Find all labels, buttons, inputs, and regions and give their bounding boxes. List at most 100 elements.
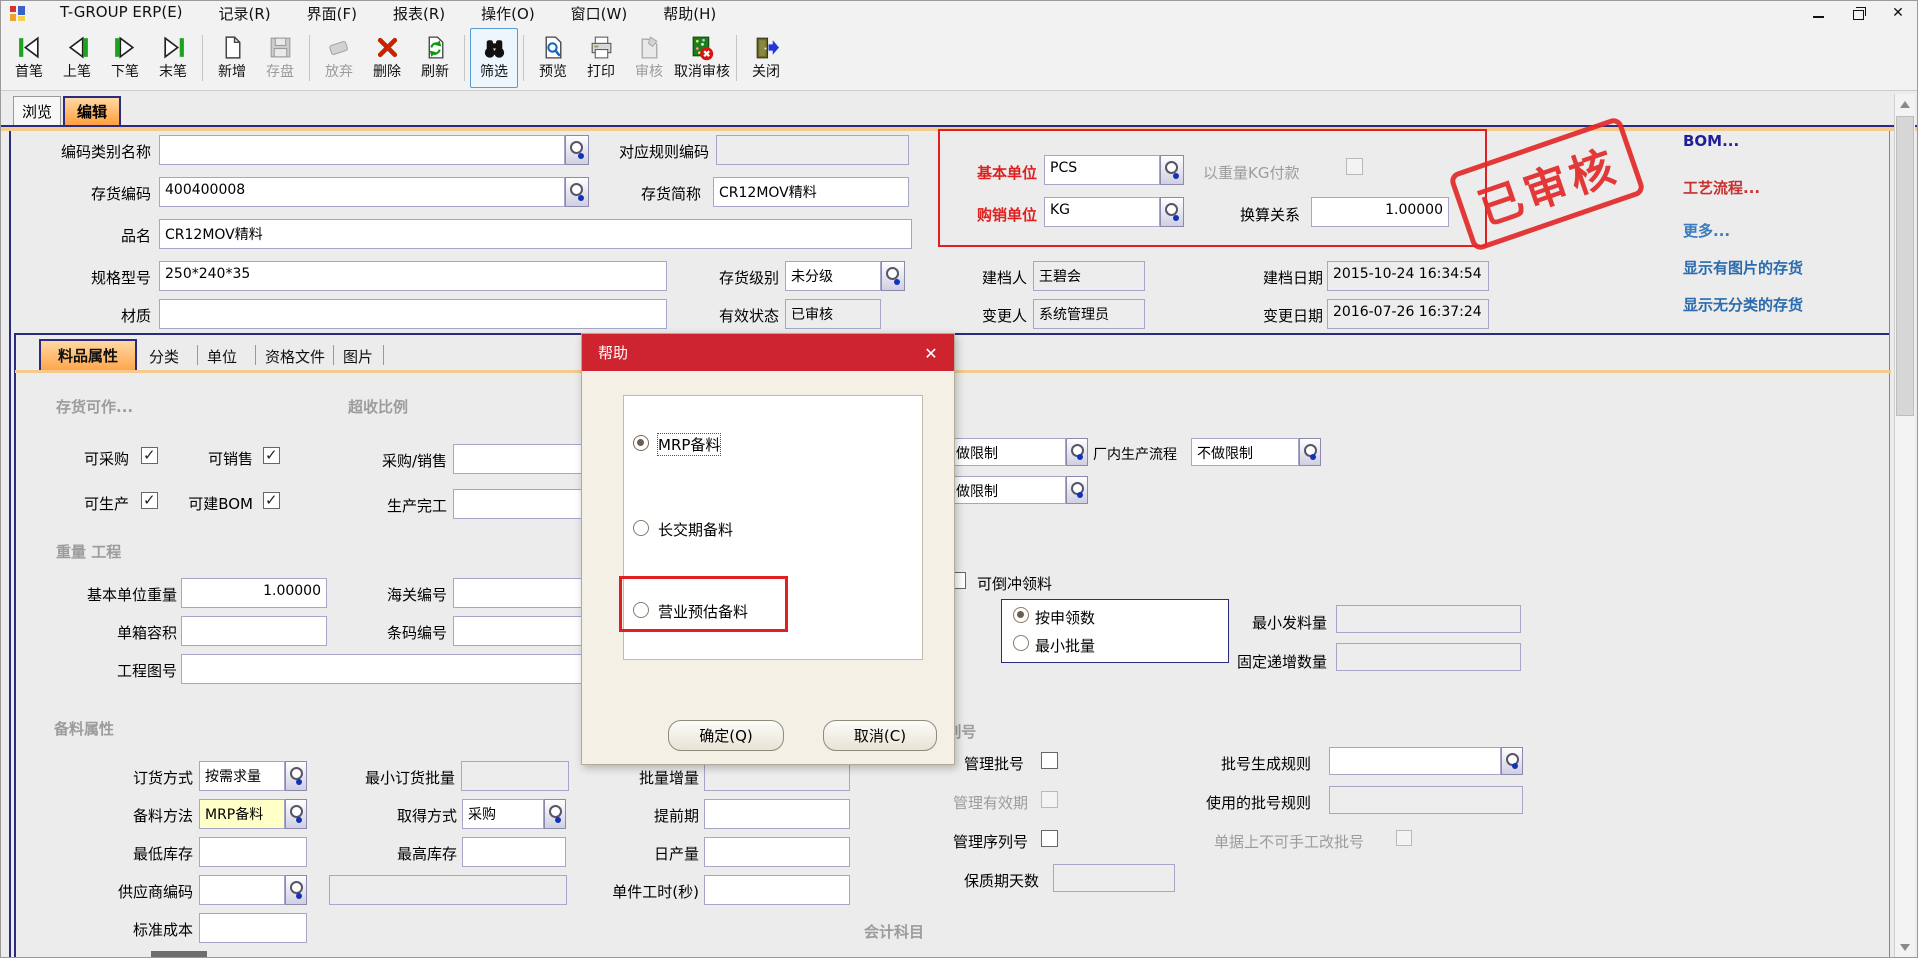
prep-method-lookup-icon[interactable]	[285, 799, 307, 829]
scroll-up-icon[interactable]	[1895, 94, 1915, 114]
item-level-field[interactable]: 未分级	[785, 261, 881, 291]
manage-serial-checkbox[interactable]	[1041, 830, 1058, 847]
subtab-item-attributes[interactable]: 料品属性	[39, 339, 137, 370]
option-mrp-label[interactable]: MRP备料	[658, 434, 720, 455]
show-with-images-link[interactable]: 显示有图片的存货	[1683, 257, 1803, 278]
dialog-ok-button[interactable]: 确定(Q)	[668, 720, 784, 751]
last-record-button[interactable]: 末笔	[149, 28, 197, 88]
bom-allowed-checkbox[interactable]	[263, 492, 280, 509]
preview-button[interactable]: 预览	[529, 28, 577, 88]
option-sales-forecast-label[interactable]: 营业预估备料	[658, 601, 748, 622]
daily-output-field[interactable]	[704, 837, 850, 867]
menu-item-file[interactable]: T-GROUP ERP(E)	[60, 3, 183, 24]
vertical-scrollbar[interactable]	[1894, 94, 1915, 957]
acquire-mode-field[interactable]: 采购	[462, 799, 544, 829]
acquire-mode-lookup-icon[interactable]	[544, 799, 566, 829]
item-code-lookup-icon[interactable]	[565, 177, 589, 207]
issue-by-apply-radio[interactable]	[1013, 607, 1029, 623]
trade-unit-lookup-icon[interactable]	[1160, 197, 1184, 227]
batch-rule-lookup-icon[interactable]	[1501, 747, 1523, 775]
subtab-unit[interactable]: 单位	[207, 346, 237, 367]
dialog-cancel-button[interactable]: 取消(C)	[823, 720, 937, 751]
drawing-no-field[interactable]	[181, 654, 621, 684]
option-sales-forecast-radio[interactable]	[633, 602, 649, 618]
material-field[interactable]	[159, 299, 667, 329]
tab-edit[interactable]: 编辑	[63, 96, 121, 125]
bom-link[interactable]: BOM...	[1683, 132, 1739, 150]
menu-item-interface[interactable]: 界面(F)	[307, 3, 357, 24]
tab-browse[interactable]: 浏览	[13, 96, 61, 125]
lead-time-field[interactable]	[704, 799, 850, 829]
order-mode-field[interactable]: 按需求量	[199, 761, 285, 791]
help-dialog-titlebar[interactable]: 帮助	[582, 334, 954, 371]
menu-item-operation[interactable]: 操作(O)	[481, 3, 535, 24]
conversion-field[interactable]: 1.00000	[1311, 197, 1449, 227]
dialog-close-icon[interactable]	[920, 342, 942, 364]
prev-record-button[interactable]: 上笔	[53, 28, 101, 88]
base-weight-field[interactable]: 1.00000	[181, 578, 327, 608]
item-code-field[interactable]: 400400008	[159, 177, 565, 207]
refresh-button[interactable]: 刷新	[411, 28, 459, 88]
item-level-lookup-icon[interactable]	[881, 261, 905, 291]
show-unclassified-link[interactable]: 显示无分类的存货	[1683, 294, 1803, 315]
item-name-field[interactable]: CR12MOV精料	[159, 219, 912, 249]
base-unit-field[interactable]: PCS	[1044, 155, 1160, 185]
first-record-button[interactable]: 首笔	[5, 28, 53, 88]
restore-button[interactable]	[1845, 4, 1871, 22]
manage-batch-checkbox[interactable]	[1041, 752, 1058, 769]
spec-field[interactable]: 250*240*35	[159, 261, 667, 291]
std-cost-field[interactable]	[199, 913, 307, 943]
delete-button[interactable]: 删除	[363, 28, 411, 88]
horizontal-scrollbar-thumb[interactable]	[151, 951, 207, 958]
purchase-sale-ratio-field[interactable]	[453, 444, 591, 474]
scrollbar-thumb[interactable]	[1896, 116, 1914, 416]
close-form-button[interactable]: 关闭	[742, 28, 790, 88]
filter-button[interactable]: 筛选	[470, 28, 518, 88]
issue-min-batch-radio[interactable]	[1013, 635, 1029, 651]
limit2-field[interactable]: 不做限制	[936, 476, 1066, 504]
order-mode-lookup-icon[interactable]	[285, 761, 307, 791]
subtab-category[interactable]: 分类	[149, 346, 179, 367]
subtab-certificates[interactable]: 资格文件	[265, 346, 325, 367]
subtab-image[interactable]: 图片	[343, 346, 373, 367]
limit2-lookup-icon[interactable]	[1066, 476, 1088, 504]
menu-item-window[interactable]: 窗口(W)	[571, 3, 628, 24]
print-button[interactable]: 打印	[577, 28, 625, 88]
barcode-field[interactable]	[453, 616, 591, 646]
producible-checkbox[interactable]	[141, 492, 158, 509]
limit1-field[interactable]: 不做限制	[936, 438, 1066, 466]
unit-hours-field[interactable]	[704, 875, 850, 905]
supplier-code-lookup-icon[interactable]	[285, 875, 307, 905]
factory-flow-lookup-icon[interactable]	[1299, 438, 1321, 466]
purchasable-checkbox[interactable]	[141, 447, 158, 464]
option-long-lead-radio[interactable]	[633, 520, 649, 536]
close-button[interactable]	[1885, 4, 1911, 22]
base-unit-lookup-icon[interactable]	[1160, 155, 1184, 185]
box-volume-field[interactable]	[181, 616, 327, 646]
menu-item-help[interactable]: 帮助(H)	[663, 3, 716, 24]
batch-rule-field[interactable]	[1329, 747, 1501, 775]
option-mrp-radio[interactable]	[633, 435, 649, 451]
min-stock-field[interactable]	[199, 837, 307, 867]
process-flow-link[interactable]: 工艺流程...	[1683, 177, 1760, 198]
menu-item-record[interactable]: 记录(R)	[219, 3, 271, 24]
more-link[interactable]: 更多...	[1683, 220, 1730, 241]
prep-method-field[interactable]: MRP备料	[199, 799, 285, 829]
code-category-lookup-icon[interactable]	[565, 135, 589, 165]
next-record-button[interactable]: 下笔	[101, 28, 149, 88]
limit1-lookup-icon[interactable]	[1066, 438, 1088, 466]
item-abbr-field[interactable]: CR12MOV精料	[713, 177, 909, 207]
customs-code-field[interactable]	[453, 578, 591, 608]
option-long-lead-label[interactable]: 长交期备料	[658, 519, 733, 540]
cancel-audit-button[interactable]: 取消审核	[673, 28, 731, 88]
prod-complete-ratio-field[interactable]	[453, 489, 591, 519]
trade-unit-field[interactable]: KG	[1044, 197, 1160, 227]
factory-flow-field[interactable]: 不做限制	[1191, 438, 1299, 466]
supplier-code-field[interactable]	[199, 875, 285, 905]
code-category-field[interactable]	[159, 135, 565, 165]
sellable-checkbox[interactable]	[263, 447, 280, 464]
new-button[interactable]: 新增	[208, 28, 256, 88]
minimize-button[interactable]	[1805, 4, 1831, 22]
scroll-down-icon[interactable]	[1895, 937, 1915, 957]
max-stock-field[interactable]	[462, 837, 566, 867]
